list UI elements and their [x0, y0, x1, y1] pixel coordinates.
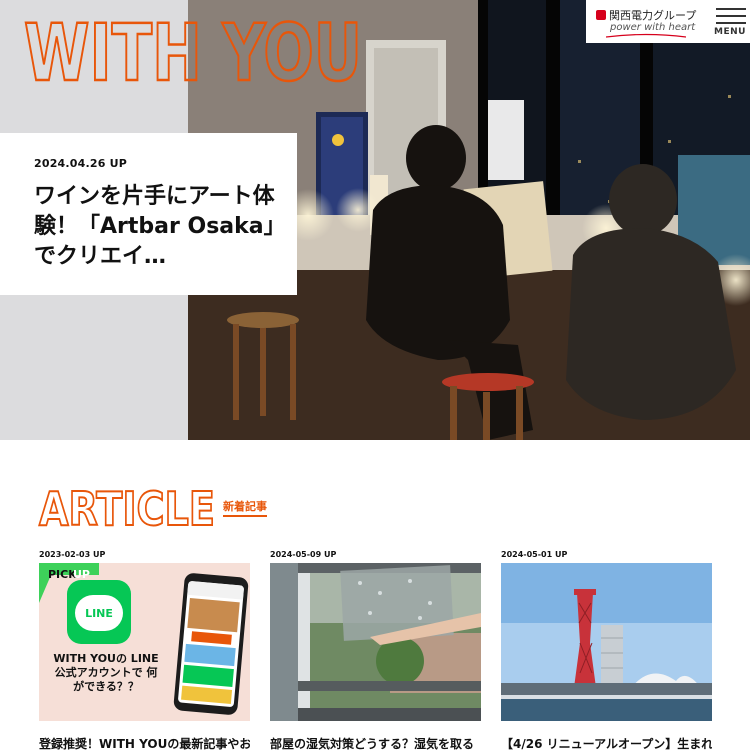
- article-title[interactable]: 【4/26 リニューアルオープン】生まれ: [501, 735, 712, 752]
- hamburger-icon: [716, 8, 746, 29]
- article-card[interactable]: 2023-02-03 UP PICK UP LINE WITH YOUの LIN…: [39, 550, 250, 752]
- section-title-text: ARTICLE: [39, 482, 215, 530]
- kobe-port-tower-photo: [501, 563, 712, 721]
- kepco-group-logo[interactable]: 関西電力グループ power with heart: [586, 0, 704, 43]
- menu-label: MENU: [714, 27, 746, 37]
- article-thumbnail[interactable]: PICK UP LINE WITH YOUの LINE公式アカウントで 何ができ…: [39, 563, 250, 721]
- window-photo: [270, 563, 481, 721]
- line-logo-text: LINE: [85, 607, 113, 620]
- section-title-article: ARTICLE: [38, 482, 216, 530]
- featured-article-card[interactable]: 2024.04.26 UP ワインを片手にアート体験！「Artbar Osaka…: [0, 133, 297, 295]
- menu-button[interactable]: MENU: [704, 0, 750, 43]
- brand-tagline: power with heart: [610, 22, 696, 33]
- line-logo-icon: LINE: [67, 580, 131, 644]
- article-date: 2023-02-03 UP: [39, 550, 106, 559]
- line-promo-text: WITH YOUの LINE公式アカウントで 何ができる？？: [53, 652, 159, 693]
- with-you-logo[interactable]: WITH YOU: [22, 10, 367, 90]
- logo-text: WITH YOU: [24, 10, 362, 90]
- brand-swoosh-icon: [606, 33, 686, 38]
- brand-name: 関西電力グループ: [596, 7, 696, 23]
- hero-section[interactable]: WITH YOU 2024.04.26 UP ワインを片手にアート体験！「Art…: [0, 0, 750, 440]
- article-thumbnail[interactable]: [270, 563, 481, 721]
- article-title[interactable]: 部屋の湿気対策どうする？湿気を取る: [270, 735, 481, 752]
- section-subtitle: 新着記事: [223, 498, 267, 517]
- featured-date: 2024.04.26 UP: [34, 157, 128, 170]
- featured-title[interactable]: ワインを片手にアート体験！「Artbar Osaka」でクリエイ…: [34, 182, 277, 272]
- smartphone-image: [173, 572, 249, 716]
- article-date: 2024-05-09 UP: [270, 550, 337, 559]
- article-card[interactable]: 2024-05-09 UP 部屋の湿気対策どうする？湿気を取る: [270, 550, 481, 752]
- article-date: 2024-05-01 UP: [501, 550, 568, 559]
- article-title[interactable]: 登録推奨！WITH YOUの最新記事やお: [39, 735, 250, 752]
- article-thumbnail[interactable]: [501, 563, 712, 721]
- article-card[interactable]: 2024-05-01 UP 【4/26 リニューアルオープン】生まれ: [501, 550, 712, 752]
